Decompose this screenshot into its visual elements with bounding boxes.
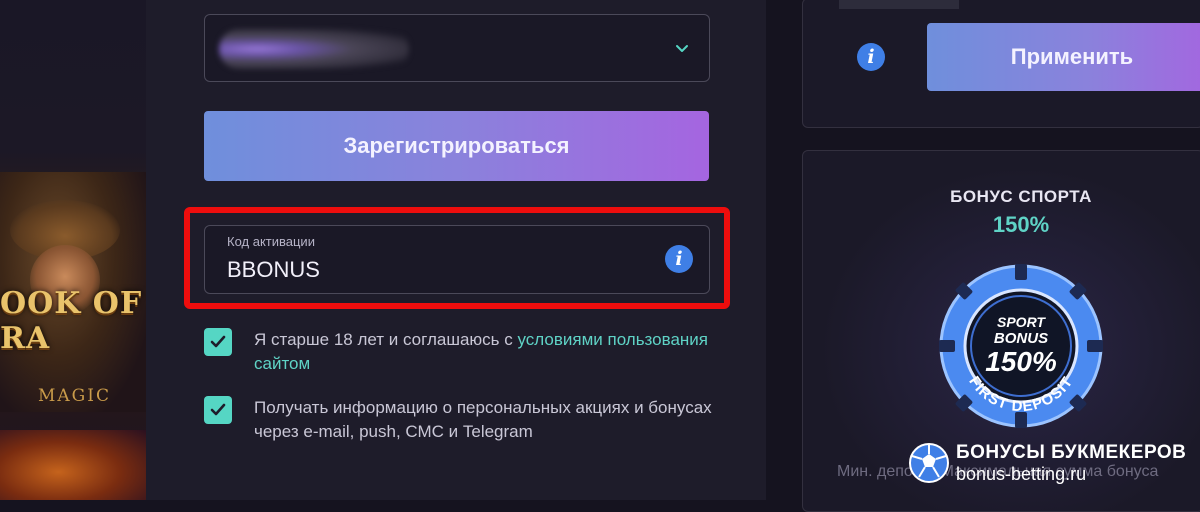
chip-line1: SPORT xyxy=(997,314,1046,330)
bonus-percent: 150% xyxy=(992,212,1050,237)
checkmark-icon xyxy=(210,403,226,416)
watermark-url: bonus-betting.ru xyxy=(956,464,1087,484)
info-icon[interactable]: i xyxy=(857,43,885,71)
chip-percent: 150% xyxy=(985,346,1057,377)
apply-button[interactable]: Применить xyxy=(927,23,1200,91)
activation-code-field[interactable]: Код активации BBONUS i xyxy=(204,225,710,294)
game-title: OOK OF RA xyxy=(0,286,143,356)
info-icon[interactable]: i xyxy=(665,245,693,273)
marketing-consent-checkbox[interactable] xyxy=(204,396,232,424)
soccer-ball-icon xyxy=(909,443,949,483)
chip-line2: BONUS xyxy=(994,330,1048,347)
game-thumbnail-second[interactable] xyxy=(0,430,146,500)
currency-select[interactable] xyxy=(204,14,710,82)
age-terms-text-prefix: Я старше 18 лет и соглашаюсь с xyxy=(254,330,518,349)
age-terms-text: Я старше 18 лет и соглашаюсь с условиями… xyxy=(254,328,714,376)
watermark-title: БОНУСЫ БУКМЕКЕРОВ xyxy=(956,442,1187,463)
age-terms-checkbox-row[interactable]: Я старше 18 лет и соглашаюсь с условиями… xyxy=(204,328,714,376)
activation-code-label: Код активации xyxy=(227,234,315,249)
promo-code-card: i Применить xyxy=(802,0,1200,128)
registration-panel: Зарегистрироваться Код активации BBONUS … xyxy=(146,0,766,500)
sport-bonus-chip-image: SPORT BONUS 150% FIRST DEPOSIT xyxy=(931,254,1111,438)
cropped-text-strip xyxy=(839,0,959,9)
game-subtitle: MAGIC xyxy=(38,386,111,406)
activation-code-value[interactable]: BBONUS xyxy=(227,257,320,283)
chevron-down-icon xyxy=(676,45,688,52)
blurred-selected-value xyxy=(219,29,409,69)
register-button[interactable]: Зарегистрироваться xyxy=(204,111,709,181)
left-game-column: OOK OF RA MAGIC xyxy=(0,0,146,500)
bonus-title: БОНУС СПОРТА xyxy=(950,187,1092,206)
marketing-consent-checkbox-row[interactable]: Получать информацию о персональных акция… xyxy=(204,396,714,444)
age-terms-checkbox[interactable] xyxy=(204,328,232,356)
watermark: БОНУСЫ БУКМЕКЕРОВ bonus-betting.ru xyxy=(908,440,1200,488)
marketing-consent-text: Получать информацию о персональных акция… xyxy=(254,398,712,441)
checkmark-icon xyxy=(210,335,226,348)
